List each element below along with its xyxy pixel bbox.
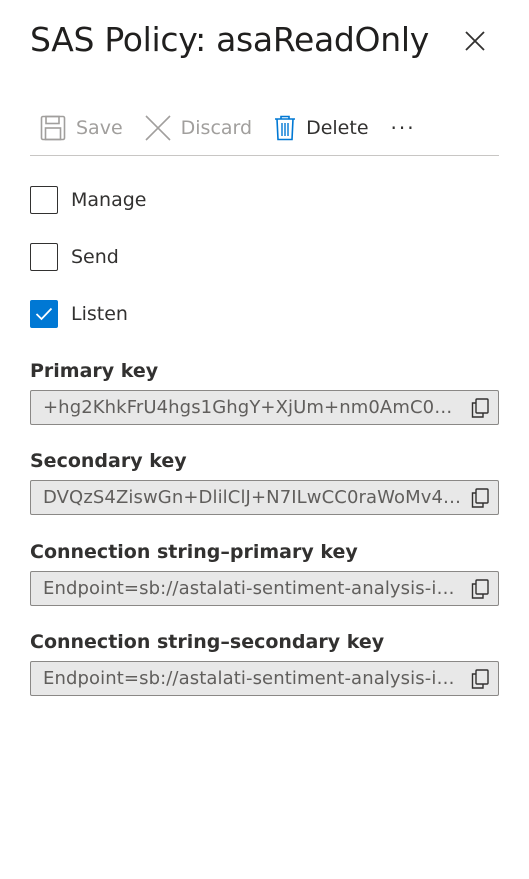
copy-primary-key-button[interactable]: [462, 391, 498, 424]
copy-connection-string-secondary-button[interactable]: [462, 662, 498, 695]
checkbox-label: Listen: [71, 303, 128, 325]
delete-label: Delete: [306, 117, 369, 139]
discard-icon: [145, 115, 171, 141]
checkmark-icon: [35, 307, 53, 321]
connection-string-secondary-field[interactable]: Endpoint=sb://astalati-sentiment-analysi…: [30, 661, 499, 696]
more-button[interactable]: ···: [391, 110, 416, 146]
checkbox-box[interactable]: [30, 243, 58, 271]
copy-icon: [471, 578, 489, 599]
delete-icon: [274, 115, 296, 141]
copy-icon: [471, 487, 489, 508]
save-button[interactable]: Save: [40, 110, 123, 146]
connection-string-secondary-value: Endpoint=sb://astalati-sentiment-analysi…: [43, 668, 462, 689]
discard-button[interactable]: Discard: [145, 110, 252, 146]
checkbox-label: Send: [71, 246, 119, 268]
sas-policy-panel: SAS Policy: asaReadOnly Save Discard Del…: [0, 0, 529, 879]
discard-label: Discard: [180, 117, 253, 139]
more-icon: ···: [390, 116, 416, 140]
save-icon: [40, 115, 66, 141]
secondary-key-value: DVQzS4ZiswGn+DlilClJ+N7ILwCC0raWoMv40y..…: [43, 487, 462, 508]
connection-string-primary-field[interactable]: Endpoint=sb://astalati-sentiment-analysi…: [30, 571, 499, 606]
connection-string-primary-value: Endpoint=sb://astalati-sentiment-analysi…: [43, 578, 462, 599]
checkbox-box[interactable]: [30, 186, 58, 214]
primary-key-label: Primary key: [30, 360, 159, 382]
copy-connection-string-primary-button[interactable]: [462, 572, 498, 605]
copy-secondary-key-button[interactable]: [462, 481, 498, 514]
page-title: SAS Policy: asaReadOnly: [30, 20, 429, 59]
secondary-key-label: Secondary key: [30, 450, 187, 472]
checkbox-send[interactable]: Send: [30, 243, 119, 271]
checkbox-listen[interactable]: Listen: [30, 300, 128, 328]
secondary-key-field[interactable]: DVQzS4ZiswGn+DlilClJ+N7ILwCC0raWoMv40y..…: [30, 480, 499, 515]
connection-string-primary-label: Connection string–primary key: [30, 541, 358, 563]
primary-key-value: +hg2KhkFrU4hgs1GhgY+XjUm+nm0AmC0cu9...: [43, 397, 462, 418]
copy-icon: [471, 668, 489, 689]
close-button[interactable]: [461, 27, 489, 55]
copy-icon: [471, 397, 489, 418]
primary-key-field[interactable]: +hg2KhkFrU4hgs1GhgY+XjUm+nm0AmC0cu9...: [30, 390, 499, 425]
save-label: Save: [76, 117, 123, 139]
close-icon: [464, 30, 486, 52]
delete-button[interactable]: Delete: [274, 110, 369, 146]
checkbox-manage[interactable]: Manage: [30, 186, 146, 214]
checkbox-label: Manage: [71, 189, 147, 211]
checkbox-box[interactable]: [30, 300, 58, 328]
command-bar: Save Discard Delete ···: [30, 110, 499, 156]
connection-string-secondary-label: Connection string–secondary key: [30, 631, 385, 653]
